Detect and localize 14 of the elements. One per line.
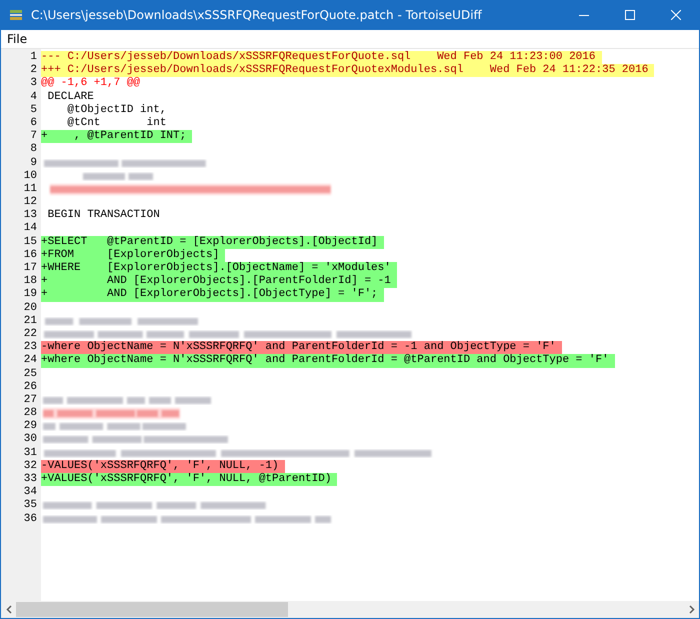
app-icon	[9, 8, 23, 22]
close-icon	[671, 10, 681, 20]
code-line: @tObjectID int,	[66, 104, 168, 117]
scroll-right-icon[interactable]	[688, 605, 694, 614]
code-line: @tCnt int	[66, 116, 168, 130]
scroll-left-icon[interactable]	[6, 605, 12, 614]
code-line: DECLARE	[46, 90, 95, 104]
horizontal-scrollbar[interactable]	[1, 601, 699, 618]
window-title: C:\Users\jesseb\Downloads\xSSSRFQRequestForQuote.patch - TortoiseUDiff	[30, 8, 483, 22]
maximize-icon	[625, 10, 635, 20]
menu-item[interactable]: File	[1, 32, 34, 46]
code-line: @@ -1,6 +1,7 @@	[41, 77, 142, 91]
code-line: BEGIN TRANSACTION	[46, 209, 161, 222]
scrollbar-thumb[interactable]	[16, 602, 288, 617]
